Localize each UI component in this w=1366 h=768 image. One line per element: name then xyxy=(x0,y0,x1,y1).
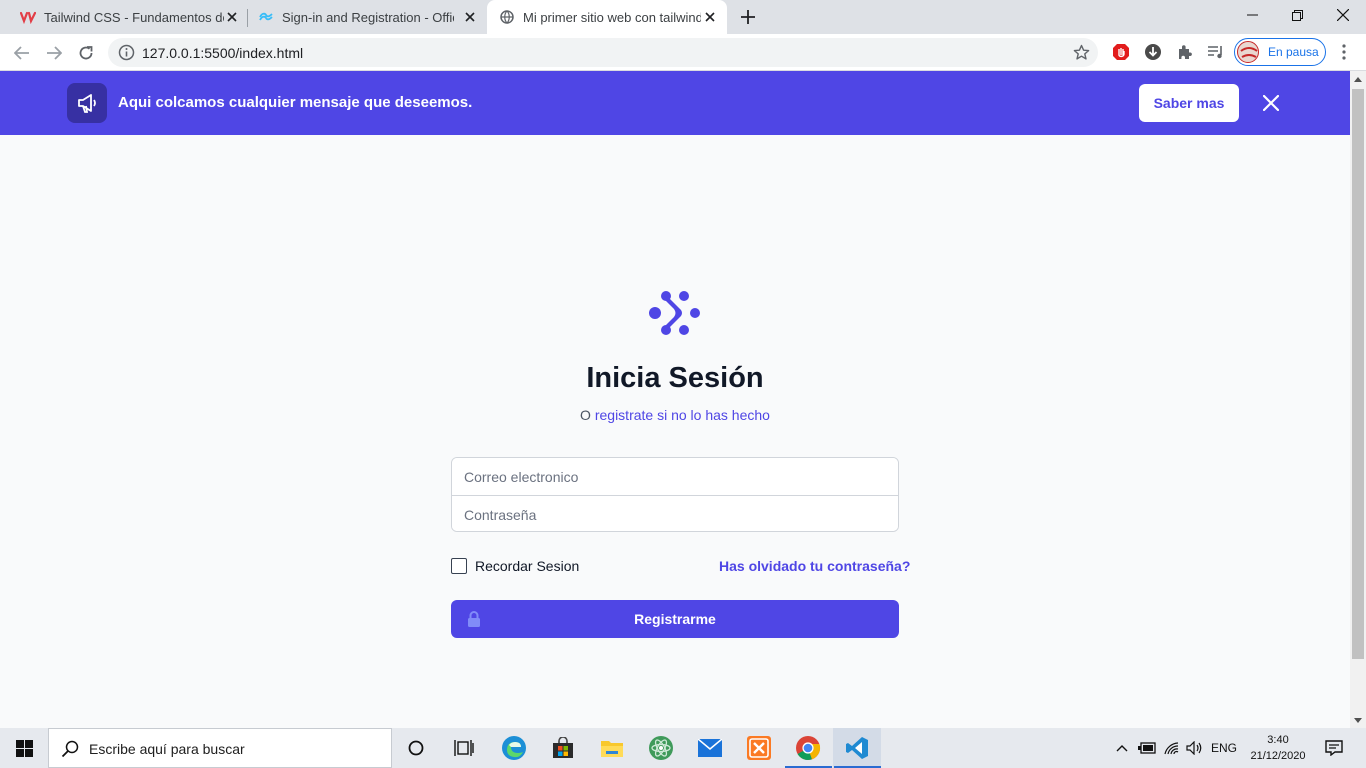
page-scrollbar[interactable] xyxy=(1350,71,1366,728)
windows-start-icon[interactable] xyxy=(0,728,48,768)
bookmark-star-icon[interactable] xyxy=(1073,44,1090,61)
remember-session: Recordar Sesion xyxy=(451,558,579,574)
browser-tab-strip: Tailwind CSS - Fundamentos des Sign-in a… xyxy=(0,0,1366,34)
forgot-password-link[interactable]: Has olvidado tu contraseña? xyxy=(719,558,910,574)
taskbar-search-placeholder: Escribe aquí para buscar xyxy=(89,741,245,757)
cortana-icon[interactable] xyxy=(392,728,440,768)
password-field[interactable] xyxy=(452,496,898,531)
email-field[interactable] xyxy=(452,458,898,495)
register-button[interactable]: Registrarme xyxy=(451,600,899,638)
close-icon xyxy=(1263,95,1279,111)
input-language-indicator[interactable]: ENG xyxy=(1208,728,1240,768)
tailwind-icon xyxy=(258,9,274,25)
volume-icon[interactable] xyxy=(1184,728,1206,768)
new-tab-button[interactable] xyxy=(738,7,758,27)
search-icon xyxy=(61,740,79,758)
extensions-puzzle-icon[interactable] xyxy=(1176,43,1194,61)
reload-button[interactable] xyxy=(73,40,99,66)
windows-taskbar: Escribe aquí para buscar ENG 3:40 21/12/… xyxy=(0,728,1366,768)
scroll-up-arrow-icon[interactable] xyxy=(1350,71,1366,87)
adblock-extension-icon[interactable] xyxy=(1112,43,1130,61)
wifi-icon[interactable] xyxy=(1161,728,1183,768)
credentials-group xyxy=(451,457,899,532)
taskbar-clock[interactable]: 3:40 21/12/2020 xyxy=(1242,732,1314,764)
url-text[interactable]: 127.0.0.1:5500/index.html xyxy=(142,45,303,61)
battery-icon[interactable] xyxy=(1136,728,1158,768)
register-link[interactable]: registrate si no lo has hecho xyxy=(595,407,770,423)
download-extension-icon[interactable] xyxy=(1144,43,1162,61)
minimize-window-button[interactable] xyxy=(1229,0,1275,30)
vscode-icon[interactable] xyxy=(833,728,881,768)
xampp-icon[interactable] xyxy=(735,728,783,768)
remember-label[interactable]: Recordar Sesion xyxy=(475,558,579,574)
address-bar[interactable]: 127.0.0.1:5500/index.html xyxy=(108,38,1098,67)
tab-title: Mi primer sitio web con tailwind xyxy=(523,9,701,25)
tab-title: Sign-in and Registration - Officia xyxy=(282,9,454,25)
brand-logo-icon xyxy=(648,289,702,337)
clock-date: 21/12/2020 xyxy=(1250,750,1306,762)
announcement-banner: Aqui colcamos cualquier mensaje que dese… xyxy=(0,71,1350,135)
tab-title: Tailwind CSS - Fundamentos des xyxy=(44,9,224,25)
tab-mi-primer-sitio[interactable]: Mi primer sitio web con tailwind xyxy=(487,0,727,34)
profile-status-label: En pausa xyxy=(1268,45,1319,59)
tab-tailwind-course[interactable]: Tailwind CSS - Fundamentos des xyxy=(0,0,246,34)
lock-icon xyxy=(467,611,481,627)
register-prompt: O registrate si no lo has hecho xyxy=(0,407,1350,423)
restore-window-button[interactable] xyxy=(1274,0,1320,30)
register-prompt-prefix: O xyxy=(580,407,595,423)
taskbar-search-box[interactable]: Escribe aquí para buscar xyxy=(48,728,392,768)
megaphone-icon xyxy=(67,83,107,123)
microsoft-store-icon[interactable] xyxy=(539,728,587,768)
register-button-label: Registrarme xyxy=(634,611,716,627)
notifications-icon[interactable] xyxy=(1320,728,1348,768)
globe-icon xyxy=(499,9,515,25)
remember-checkbox[interactable] xyxy=(451,558,467,574)
browser-toolbar: 127.0.0.1:5500/index.html En pausa xyxy=(0,34,1366,71)
site-info-icon[interactable] xyxy=(118,44,135,61)
close-banner-button[interactable] xyxy=(1259,91,1283,115)
learn-more-button[interactable]: Saber mas xyxy=(1139,84,1239,122)
clock-time: 3:40 xyxy=(1267,734,1289,746)
forward-button[interactable] xyxy=(41,40,67,66)
scrollbar-thumb[interactable] xyxy=(1352,89,1364,659)
mail-icon[interactable] xyxy=(686,728,734,768)
profile-paused-button[interactable]: En pausa xyxy=(1234,38,1326,66)
close-tab-icon[interactable] xyxy=(462,9,478,25)
banner-message: Aqui colcamos cualquier mensaje que dese… xyxy=(118,94,473,111)
file-explorer-icon[interactable] xyxy=(588,728,636,768)
media-control-icon[interactable] xyxy=(1207,43,1225,61)
scroll-down-arrow-icon[interactable] xyxy=(1350,712,1366,728)
back-button[interactable] xyxy=(9,40,35,66)
browser-menu-icon[interactable] xyxy=(1335,43,1353,61)
edge-browser-icon[interactable] xyxy=(490,728,538,768)
udemy-icon xyxy=(20,9,36,25)
close-window-button[interactable] xyxy=(1320,0,1366,30)
task-view-icon[interactable] xyxy=(440,728,488,768)
atom-editor-icon[interactable] xyxy=(637,728,685,768)
close-tab-icon[interactable] xyxy=(702,9,718,25)
page-title: Inicia Sesión xyxy=(586,362,764,394)
tab-sign-in-registration[interactable]: Sign-in and Registration - Officia xyxy=(238,0,486,34)
show-hidden-icons-chevron-icon[interactable] xyxy=(1112,728,1132,768)
chrome-icon[interactable] xyxy=(784,728,832,768)
avatar xyxy=(1237,41,1259,63)
